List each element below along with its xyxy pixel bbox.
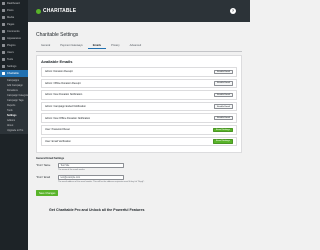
help-button[interactable]: ? xyxy=(230,8,236,14)
menu-settings[interactable]: Settings xyxy=(0,63,28,70)
menu-dashboard[interactable]: Dashboard xyxy=(0,0,28,7)
menu-charitable[interactable]: Charitable xyxy=(0,70,28,77)
from-name-input[interactable]: Test Site xyxy=(58,163,124,169)
posts-icon xyxy=(2,9,5,12)
menu-appearance[interactable]: Appearance xyxy=(0,35,28,42)
settings-title: General Email Settings xyxy=(36,157,65,161)
email-settings-button[interactable]: Email Settings xyxy=(213,139,233,144)
menu-label: Settings xyxy=(7,65,17,68)
menu-plugins[interactable]: Plugins xyxy=(0,42,28,49)
save-changes-button[interactable]: Save Changes xyxy=(36,190,59,197)
submenu-upgrade[interactable]: Upgrade to Pro xyxy=(0,128,28,133)
users-icon xyxy=(2,51,5,54)
tab-emails[interactable]: Emails xyxy=(87,43,107,49)
email-settings-button[interactable]: Email Settings xyxy=(213,127,233,133)
email-name: User: Password Reset xyxy=(45,128,70,132)
menu-label: Posts xyxy=(7,9,14,12)
charitable-icon xyxy=(2,72,5,75)
plugin-header: CHARITABLE ? xyxy=(28,0,250,22)
from-email-input[interactable]: test@example.com xyxy=(58,175,124,181)
plugins-icon xyxy=(2,44,5,47)
page-title: Charitable Settings xyxy=(36,32,79,38)
enable-email-button[interactable]: Enable Email xyxy=(214,92,233,98)
settings-tabs: General Payment Gateways Emails Privacy … xyxy=(36,43,242,52)
menu-users[interactable]: Users xyxy=(0,49,28,56)
menu-label: Charitable xyxy=(7,72,19,75)
available-emails-panel: Available Emails Admin: Donation Receipt… xyxy=(36,55,242,154)
email-row: Admin: Campaign Ended Notification Enabl… xyxy=(41,101,237,112)
general-email-settings: General Email Settings "From" Name Test … xyxy=(36,157,242,197)
email-row: Admin: New Donation Notification Enable … xyxy=(41,90,237,100)
from-name-label: "From" Name xyxy=(36,164,51,168)
from-email-help: The email address of the email sender. T… xyxy=(58,181,145,184)
dashboard-icon xyxy=(2,2,5,5)
email-name: Admin: Campaign Ended Notification xyxy=(45,105,86,109)
enable-email-button[interactable]: Enable Email xyxy=(214,115,233,121)
comments-icon xyxy=(2,30,5,33)
charitable-submenu: Campaigns Add Campaign Donations Campaig… xyxy=(0,77,28,134)
menu-label: Pages xyxy=(7,23,15,26)
menu-label: Dashboard xyxy=(7,2,20,5)
appearance-icon xyxy=(2,37,5,40)
email-row: Admin: Offline Donation Receipt Enable E… xyxy=(41,78,237,89)
menu-label: Media xyxy=(7,16,15,19)
section-title: Available Emails xyxy=(41,59,73,64)
menu-label: Comments xyxy=(7,30,20,33)
media-icon xyxy=(2,16,5,19)
email-name: User: Email Verification xyxy=(45,139,71,143)
menu-tools[interactable]: Tools xyxy=(0,56,28,63)
from-email-label: "From" Email xyxy=(36,176,50,180)
email-name: Admin: Offline Donation Receipt xyxy=(45,81,81,85)
enable-email-button[interactable]: Enable Email xyxy=(214,69,233,75)
email-name: Admin: New Offline Donation Notification xyxy=(45,116,91,120)
from-name-row: "From" Name Test Site The name of the em… xyxy=(36,163,242,171)
menu-label: Appearance xyxy=(7,37,21,40)
settings-icon xyxy=(2,65,5,68)
menu-media[interactable]: Media xyxy=(0,14,28,21)
tab-payment-gateways[interactable]: Payment Gateways xyxy=(55,43,88,49)
menu-comments[interactable]: Comments xyxy=(0,28,28,35)
email-name: Admin: New Donation Notification xyxy=(45,93,83,97)
wp-admin-sidebar: Dashboard Posts Media Pages Comments App… xyxy=(0,0,28,250)
tab-general[interactable]: General xyxy=(36,43,55,49)
pages-icon xyxy=(2,23,5,26)
main-content: Charitable Settings General Payment Gate… xyxy=(28,22,250,250)
email-name: Admin: Donation Receipt xyxy=(45,70,73,74)
enable-email-button[interactable]: Enable Email xyxy=(214,81,233,86)
from-email-row: "From" Email test@example.com The email … xyxy=(36,175,242,183)
tools-icon xyxy=(2,58,5,61)
email-row: Admin: Donation Receipt Enable Email xyxy=(41,67,237,77)
menu-label: Tools xyxy=(7,58,14,61)
menu-label: Users xyxy=(7,51,14,54)
tab-advanced[interactable]: Advanced xyxy=(125,43,147,49)
email-row: User: Password Reset Email Settings xyxy=(41,124,237,135)
tab-privacy[interactable]: Privacy xyxy=(106,43,125,49)
email-row: User: Email Verification Email Settings xyxy=(41,136,237,147)
menu-pages[interactable]: Pages xyxy=(0,21,28,28)
enable-email-button[interactable]: Enable Email xyxy=(214,104,233,109)
menu-posts[interactable]: Posts xyxy=(0,7,28,14)
charitable-logo-icon xyxy=(36,8,41,14)
from-name-help: The name of the email sender. xyxy=(58,169,86,172)
promo-heading: Get Charitable Pro and Unlock all the Po… xyxy=(49,208,145,213)
email-row: Admin: New Offline Donation Notification… xyxy=(41,113,237,123)
menu-label: Plugins xyxy=(7,44,16,47)
charitable-logo-text: CHARITABLE xyxy=(43,8,77,14)
